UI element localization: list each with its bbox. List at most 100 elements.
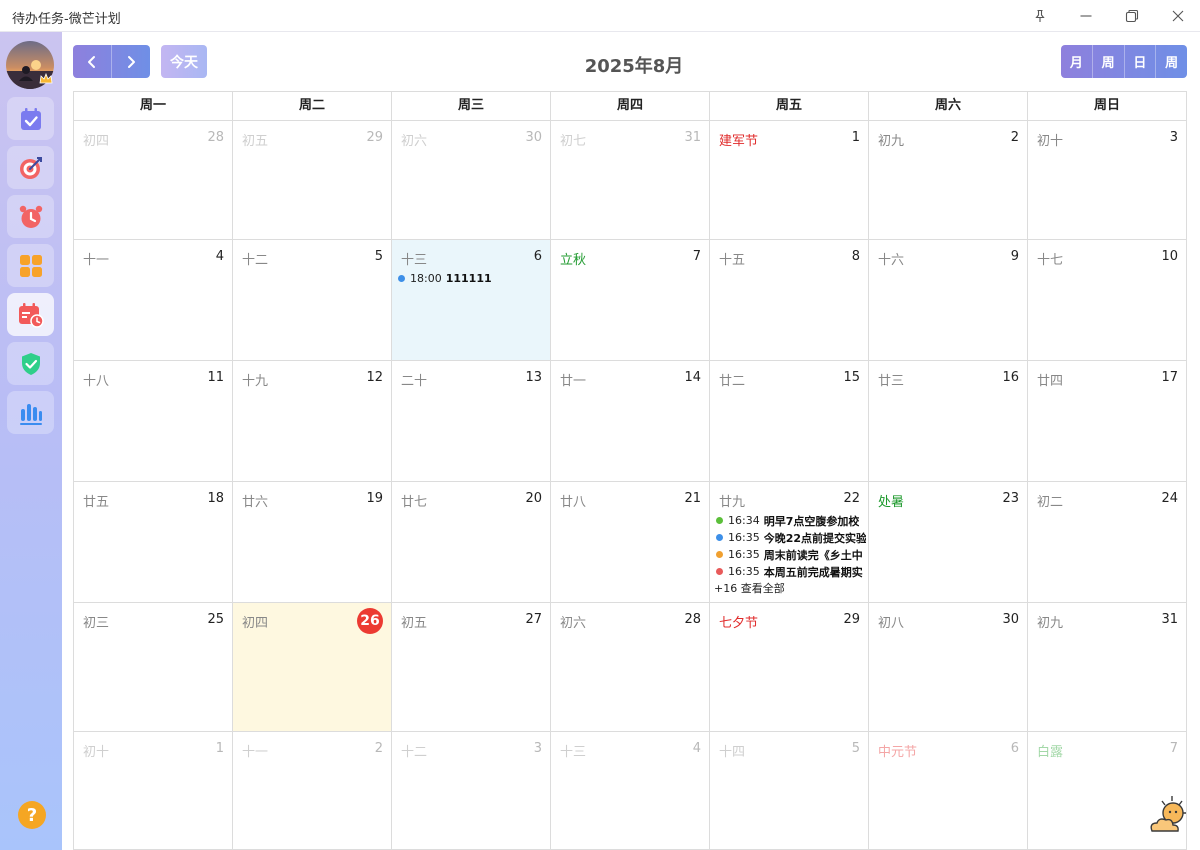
view-all-link[interactable]: +16 查看全部	[714, 580, 866, 597]
day-number: 4	[692, 741, 701, 756]
day-cell[interactable]: 十一 2	[233, 732, 392, 850]
day-cell[interactable]: 廿五 18	[74, 482, 233, 603]
window-title: 待办任务-微芒计划	[12, 12, 121, 27]
view-month-button[interactable]: 月	[1061, 45, 1092, 78]
event-item[interactable]: 16:34 明早7点空腹参加校	[716, 512, 866, 529]
lunar-date: 处暑	[878, 495, 905, 510]
event-item[interactable]: 16:35 今晚22点前提交实验	[716, 529, 866, 546]
event-list: 16:34 明早7点空腹参加校 16:35 今晚22点前提交实验 16:35 周末前读完《…	[714, 512, 866, 597]
day-cell[interactable]: 中元节 6	[869, 732, 1028, 850]
day-cell[interactable]: 廿六 19	[233, 482, 392, 603]
event-dot-icon	[716, 534, 723, 541]
alarm-clock-icon	[19, 205, 42, 228]
week-row: 廿五 18 廿六 19 廿七 20 廿八 21 廿九 22 16:34 明早7点空腹参加校 16:35 今…	[74, 482, 1187, 603]
day-cell[interactable]: 初十 3	[1028, 121, 1187, 240]
day-cell[interactable]: 初九 31	[1028, 603, 1187, 732]
day-cell[interactable]: 初五 27	[392, 603, 551, 732]
help-button[interactable]: ?	[18, 801, 46, 829]
day-number: 1	[215, 741, 224, 756]
day-cell[interactable]: 十四 5	[710, 732, 869, 850]
view-week-list-button[interactable]: 周	[1155, 45, 1187, 78]
calendar-check-icon	[20, 107, 41, 130]
day-number: 16	[1002, 370, 1019, 385]
today-button[interactable]: 今天	[161, 45, 207, 78]
day-cell[interactable]: 初八 30	[869, 603, 1028, 732]
calendar-weeks: 初四 28 初五 29 初六 30 初七 31 建军节 1 初九 2 初十 3 十一 4 十二 5 十三 6 18:00…	[74, 121, 1187, 850]
lunar-date: 初三	[83, 616, 110, 631]
day-cell[interactable]: 廿七 20	[392, 482, 551, 603]
day-cell[interactable]: 二十 13	[392, 361, 551, 482]
day-cell[interactable]: 初四 26	[233, 603, 392, 732]
day-cell[interactable]: 初二 24	[1028, 482, 1187, 603]
day-number: 11	[207, 370, 224, 385]
day-cell[interactable]: 廿八 21	[551, 482, 710, 603]
day-cell[interactable]: 十二 3	[392, 732, 551, 850]
day-cell[interactable]: 初五 29	[233, 121, 392, 240]
day-number: 18	[207, 491, 224, 506]
day-number: 2	[374, 741, 383, 756]
day-cell[interactable]: 初四 28	[74, 121, 233, 240]
day-cell[interactable]: 廿三 16	[869, 361, 1028, 482]
sidebar-item-todo[interactable]	[7, 97, 54, 140]
lunar-date: 十三	[401, 253, 428, 268]
calendar-clock-icon	[18, 302, 44, 328]
month-calendar: 周一 周二 周三 周四 周五 周六 周日 初四 28 初五 29 初六 30 初七 31 建军节…	[73, 91, 1187, 850]
view-day-button[interactable]: 日	[1123, 45, 1156, 78]
day-number: 22	[843, 491, 860, 506]
event-item[interactable]: 16:35 本周五前完成暑期实	[716, 563, 866, 580]
day-cell[interactable]: 初六 30	[392, 121, 551, 240]
day-cell[interactable]: 初十 1	[74, 732, 233, 850]
mascot-icon[interactable]	[1144, 793, 1190, 839]
day-cell[interactable]: 十一 4	[74, 240, 233, 361]
day-cell[interactable]: 廿九 22 16:34 明早7点空腹参加校 16:35 今晚22点前提交实验 16:35 周末…	[710, 482, 869, 603]
day-cell[interactable]: 十五 8	[710, 240, 869, 361]
restore-button[interactable]	[1119, 4, 1145, 28]
day-cell[interactable]: 廿二 15	[710, 361, 869, 482]
day-cell[interactable]: 十八 11	[74, 361, 233, 482]
sidebar-item-goal[interactable]	[7, 146, 54, 189]
sidebar-item-habit[interactable]	[7, 342, 54, 385]
pin-button[interactable]	[1027, 4, 1053, 28]
day-cell[interactable]: 廿一 14	[551, 361, 710, 482]
day-cell[interactable]: 十二 5	[233, 240, 392, 361]
day-number: 29	[843, 612, 860, 627]
day-cell[interactable]: 初三 25	[74, 603, 233, 732]
event-item[interactable]: 18:00 111111	[398, 270, 548, 287]
minimize-button[interactable]	[1073, 4, 1099, 28]
sidebar-item-calendar[interactable]	[7, 293, 54, 336]
day-number: 6	[1010, 741, 1019, 756]
day-cell[interactable]: 初六 28	[551, 603, 710, 732]
sidebar-item-stats[interactable]	[7, 391, 54, 434]
next-month-button[interactable]	[111, 45, 149, 78]
day-cell[interactable]: 七夕节 29	[710, 603, 869, 732]
view-week-button[interactable]: 周	[1091, 45, 1124, 78]
event-item[interactable]: 16:35 周末前读完《乡土中	[716, 546, 866, 563]
day-cell[interactable]: 廿四 17	[1028, 361, 1187, 482]
day-number: 30	[1002, 612, 1019, 627]
lunar-date: 十五	[719, 253, 746, 268]
day-cell[interactable]: 建军节 1	[710, 121, 869, 240]
day-number: 23	[1002, 491, 1019, 506]
close-button[interactable]	[1165, 4, 1191, 28]
day-cell[interactable]: 十七 10	[1028, 240, 1187, 361]
day-cell[interactable]: 初七 31	[551, 121, 710, 240]
lunar-date: 廿四	[1037, 374, 1064, 389]
day-cell[interactable]: 十三 6 18:00 111111	[392, 240, 551, 361]
lunar-date: 初五	[242, 134, 269, 149]
sidebar-item-quadrant[interactable]	[7, 244, 54, 287]
event-time: 18:00	[410, 272, 442, 285]
lunar-date: 初五	[401, 616, 428, 631]
day-cell[interactable]: 立秋 7	[551, 240, 710, 361]
day-cell[interactable]: 十九 12	[233, 361, 392, 482]
prev-month-button[interactable]	[73, 45, 111, 78]
day-cell[interactable]: 初九 2	[869, 121, 1028, 240]
sidebar-item-alarm[interactable]	[7, 195, 54, 238]
lunar-date: 十三	[560, 745, 587, 760]
day-number: 14	[684, 370, 701, 385]
day-cell[interactable]: 十三 4	[551, 732, 710, 850]
event-time: 16:35	[728, 531, 760, 544]
four-grid-icon	[19, 254, 42, 277]
day-number: 15	[843, 370, 860, 385]
day-cell[interactable]: 处暑 23	[869, 482, 1028, 603]
day-cell[interactable]: 十六 9	[869, 240, 1028, 361]
